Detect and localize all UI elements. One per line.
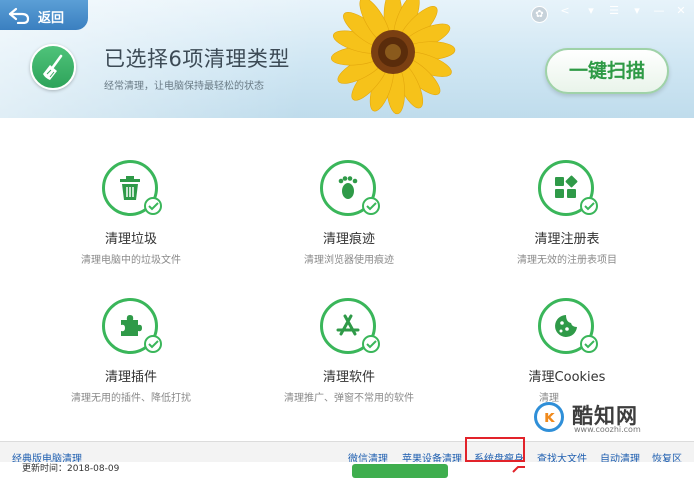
item-name: 清理软件 (322, 370, 375, 385)
app-store-icon (336, 314, 360, 336)
checked-icon[interactable] (144, 335, 162, 353)
item-desc: 清理浏览器使用痕迹 (304, 255, 394, 266)
page-subtitle: 经常清理，让电脑保持最轻松的状态 (104, 81, 264, 92)
back-button[interactable]: 返回 (0, 0, 88, 30)
footprint-icon (338, 176, 358, 199)
page-title: 已选择6项清理类型 (104, 47, 290, 71)
broom-badge (30, 44, 76, 90)
item-desc: 清理推广、弹窗不常用的软件 (284, 393, 414, 404)
background-page-strip: 更新时间：2018-08-09 (0, 462, 694, 473)
item-clean-plugins[interactable]: 清理插件 清理无用的插件、降低打扰 (56, 298, 206, 418)
item-desc: 清理无效的注册表项目 (517, 255, 617, 266)
update-time-text: 更新时间：2018-08-09 (22, 464, 120, 473)
cookie-icon (555, 315, 577, 337)
broom-icon (43, 54, 63, 80)
item-name: 清理垃圾 (104, 232, 157, 247)
red-arrow-mark (512, 466, 525, 473)
watermark-url: www.coozhi.com (574, 425, 641, 434)
checked-icon[interactable] (144, 197, 162, 215)
item-name: 清理痕迹 (322, 232, 375, 247)
highlight-box (465, 437, 525, 462)
checked-icon[interactable] (362, 197, 380, 215)
one-click-scan-button[interactable]: 一键扫描 (545, 48, 669, 94)
back-arrow-icon (8, 7, 30, 24)
background-green-button (352, 464, 448, 478)
item-name: 清理插件 (104, 370, 157, 385)
share-icon[interactable]: < (558, 4, 572, 18)
registry-icon (555, 175, 578, 198)
menu-icon[interactable]: ☰ (607, 4, 621, 18)
trash-icon (120, 176, 140, 200)
checked-icon[interactable] (362, 335, 380, 353)
item-desc: 清理电脑中的垃圾文件 (81, 255, 181, 266)
back-label: 返回 (38, 11, 65, 26)
checked-icon[interactable] (580, 197, 598, 215)
item-clean-registry[interactable]: 清理注册表 清理无效的注册表项目 (492, 160, 642, 280)
watermark: ĸ 酷知网 www.coozhi.com (528, 398, 658, 438)
item-clean-junk[interactable]: 清理垃圾 清理电脑中的垃圾文件 (56, 160, 206, 280)
sunflower-decoration (331, 0, 456, 115)
checked-icon[interactable] (580, 335, 598, 353)
item-desc: 清理无用的插件、降低打扰 (71, 393, 191, 404)
dropdown-icon[interactable]: ▾ (630, 4, 644, 18)
item-clean-software[interactable]: 清理软件 清理推广、弹窗不常用的软件 (274, 298, 424, 418)
item-name: 清理注册表 (534, 232, 600, 247)
close-icon[interactable]: ✕ (674, 4, 688, 18)
minimize-icon[interactable]: — (652, 4, 666, 18)
item-clean-traces[interactable]: 清理痕迹 清理浏览器使用痕迹 (274, 160, 424, 280)
shirt-icon[interactable]: ▾ (584, 4, 598, 18)
item-name: 清理Cookies (528, 370, 606, 385)
skin-icon[interactable]: ✿ (531, 6, 548, 23)
puzzle-icon (121, 315, 142, 336)
watermark-logo-icon: ĸ (534, 402, 564, 432)
header-banner: 返回 已选择6项清理类型 经常清理，让电脑保持最轻松的状态 ✿ < ▾ ☰ ▾ … (0, 0, 694, 118)
